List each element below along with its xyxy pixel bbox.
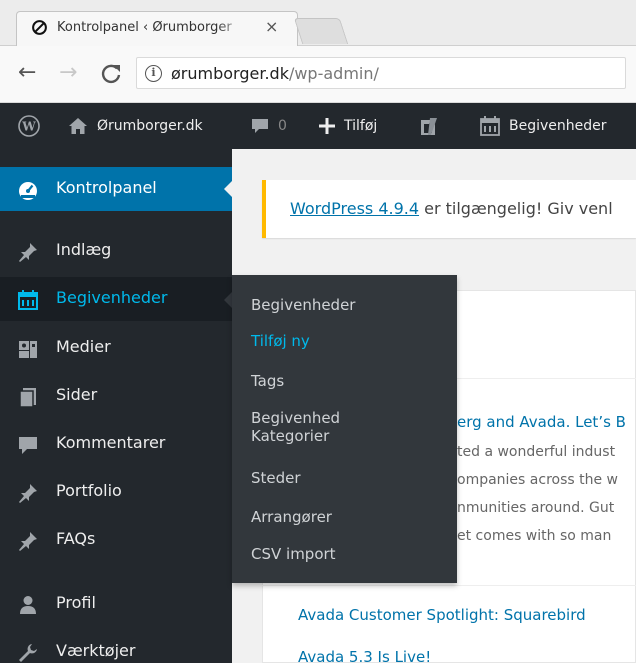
pin-icon bbox=[19, 484, 37, 503]
sidebar-item-portfolio[interactable]: Portfolio bbox=[0, 470, 232, 514]
sidebar-item-vaerktoejer[interactable]: Værktøjer bbox=[0, 630, 232, 663]
submenu-item-begivenheder[interactable]: Begivenheder bbox=[251, 296, 451, 314]
calendar-icon bbox=[18, 290, 38, 310]
sidebar-item-label: Sider bbox=[56, 385, 98, 404]
add-new-button[interactable]: Tilføj bbox=[318, 103, 377, 149]
wordpress-logo-button[interactable]: W bbox=[18, 103, 40, 149]
events-adminbar-label: Begivenheder bbox=[509, 118, 607, 134]
news-headline-link[interactable]: erg and Avada. Let’s B bbox=[457, 413, 626, 431]
url-path: /wp-admin/ bbox=[288, 64, 379, 83]
info-icon[interactable]: i bbox=[145, 65, 162, 82]
wrench-icon bbox=[19, 644, 37, 662]
page-icon bbox=[19, 388, 36, 408]
sidebar-item-label: Værktøjer bbox=[56, 641, 136, 660]
sidebar-item-indlaeg[interactable]: Indlæg bbox=[0, 229, 232, 273]
tab-title-fade bbox=[217, 18, 247, 40]
browser-tabstrip: Kontrolpanel ‹ Ørumborger × bbox=[0, 0, 636, 46]
sidebar-item-label: FAQs bbox=[56, 529, 96, 548]
update-notice-message: er tilgængelig! Giv venl bbox=[419, 199, 613, 218]
comments-button[interactable]: 0 bbox=[250, 103, 287, 149]
flyout-pointer bbox=[224, 292, 232, 308]
rss-link[interactable]: Avada 5.3 Is Live! bbox=[298, 648, 431, 663]
sidebar-item-label: Portfolio bbox=[56, 481, 122, 500]
yoast-seo-button[interactable] bbox=[418, 103, 440, 149]
plus-icon bbox=[319, 118, 335, 134]
update-notice: WordPress 4.9.4 er tilgængelig! Giv venl bbox=[262, 180, 636, 238]
wordpress-update-link[interactable]: WordPress 4.9.4 bbox=[290, 199, 419, 218]
sidebar-item-kontrolpanel[interactable]: Kontrolpanel bbox=[0, 167, 232, 211]
sidebar-item-medier[interactable]: Medier bbox=[0, 326, 232, 370]
sidebar-item-faqs[interactable]: FAQs bbox=[0, 518, 232, 562]
address-bar[interactable]: i ørumborger.dk/wp-admin/ bbox=[136, 57, 626, 89]
media-icon bbox=[19, 341, 37, 358]
comment-icon bbox=[19, 437, 37, 454]
submenu-item-arrangoerer[interactable]: Arrangører bbox=[251, 508, 451, 526]
no-entry-icon bbox=[32, 20, 47, 35]
user-icon bbox=[20, 596, 36, 614]
svg-text:W: W bbox=[21, 120, 36, 134]
url-host: ørumborger.dk bbox=[171, 64, 289, 83]
update-notice-text: WordPress 4.9.4 er tilgængelig! Giv venl bbox=[290, 199, 613, 218]
submenu-item-steder[interactable]: Steder bbox=[251, 469, 451, 487]
site-name-button[interactable]: Ørumborger.dk bbox=[68, 103, 203, 149]
sidebar-item-kommentarer[interactable]: Kommentarer bbox=[0, 422, 232, 466]
site-name: Ørumborger.dk bbox=[97, 118, 203, 134]
submenu-item-tags[interactable]: Tags bbox=[251, 372, 451, 390]
back-arrow-icon[interactable]: ← bbox=[18, 60, 36, 86]
events-submenu: Begivenheder Tilføj ny Tags Begivenhed K… bbox=[232, 275, 457, 583]
pin-icon bbox=[19, 532, 37, 551]
sidebar-item-begivenheder[interactable]: Begivenheder bbox=[0, 277, 232, 321]
new-tab-button[interactable] bbox=[293, 18, 349, 44]
admin-sidebar: Kontrolpanel Indlæg Begivenheder Medier bbox=[0, 149, 232, 663]
sidebar-item-profil[interactable]: Profil bbox=[0, 582, 232, 626]
sidebar-item-sider[interactable]: Sider bbox=[0, 374, 232, 418]
wp-admin-bar: W Ørumborger.dk 0 Tilføj Begivenheder bbox=[0, 103, 636, 149]
sidebar-item-label: Begivenheder bbox=[56, 288, 168, 307]
current-indicator bbox=[224, 181, 232, 197]
sidebar-item-label: Medier bbox=[56, 337, 111, 356]
sidebar-item-label: Indlæg bbox=[56, 240, 112, 259]
news-excerpt-line: ted a wonderful indust bbox=[457, 444, 616, 460]
sidebar-item-label: Profil bbox=[56, 593, 96, 612]
forward-arrow-icon[interactable]: → bbox=[59, 60, 77, 86]
rss-link[interactable]: Avada Customer Spotlight: Squarebird bbox=[298, 606, 586, 624]
close-tab-icon[interactable]: × bbox=[265, 17, 278, 37]
comments-count: 0 bbox=[278, 118, 287, 134]
add-new-label: Tilføj bbox=[344, 118, 378, 134]
dashboard-icon bbox=[19, 182, 37, 200]
events-adminbar-button[interactable]: Begivenheder bbox=[480, 103, 607, 149]
comment-icon bbox=[252, 119, 268, 133]
pin-icon bbox=[19, 243, 37, 262]
news-divider bbox=[262, 585, 636, 586]
yoast-icon bbox=[421, 118, 437, 135]
sidebar-item-label: Kontrolpanel bbox=[56, 178, 157, 197]
browser-tab[interactable]: Kontrolpanel ‹ Ørumborger × bbox=[16, 11, 298, 46]
reload-icon[interactable] bbox=[100, 62, 122, 86]
news-excerpt-line: et comes with so man bbox=[457, 528, 612, 544]
url-text: ørumborger.dk/wp-admin/ bbox=[171, 64, 379, 83]
sidebar-item-label: Kommentarer bbox=[56, 433, 166, 452]
browser-toolbar: ← → i ørumborger.dk/wp-admin/ bbox=[0, 46, 636, 103]
wordpress-icon: W bbox=[18, 115, 40, 137]
submenu-item-begivenhed-kategorier[interactable]: Begivenhed Kategorier bbox=[251, 409, 361, 445]
news-excerpt-line: nmunities around. Gut bbox=[457, 500, 615, 516]
home-icon bbox=[69, 118, 87, 134]
news-excerpt-line: ompanies across the w bbox=[457, 472, 618, 488]
submenu-item-csv-import[interactable]: CSV import bbox=[251, 545, 451, 563]
calendar-icon bbox=[480, 116, 500, 136]
submenu-item-tilfoej-ny[interactable]: Tilføj ny bbox=[251, 332, 451, 350]
